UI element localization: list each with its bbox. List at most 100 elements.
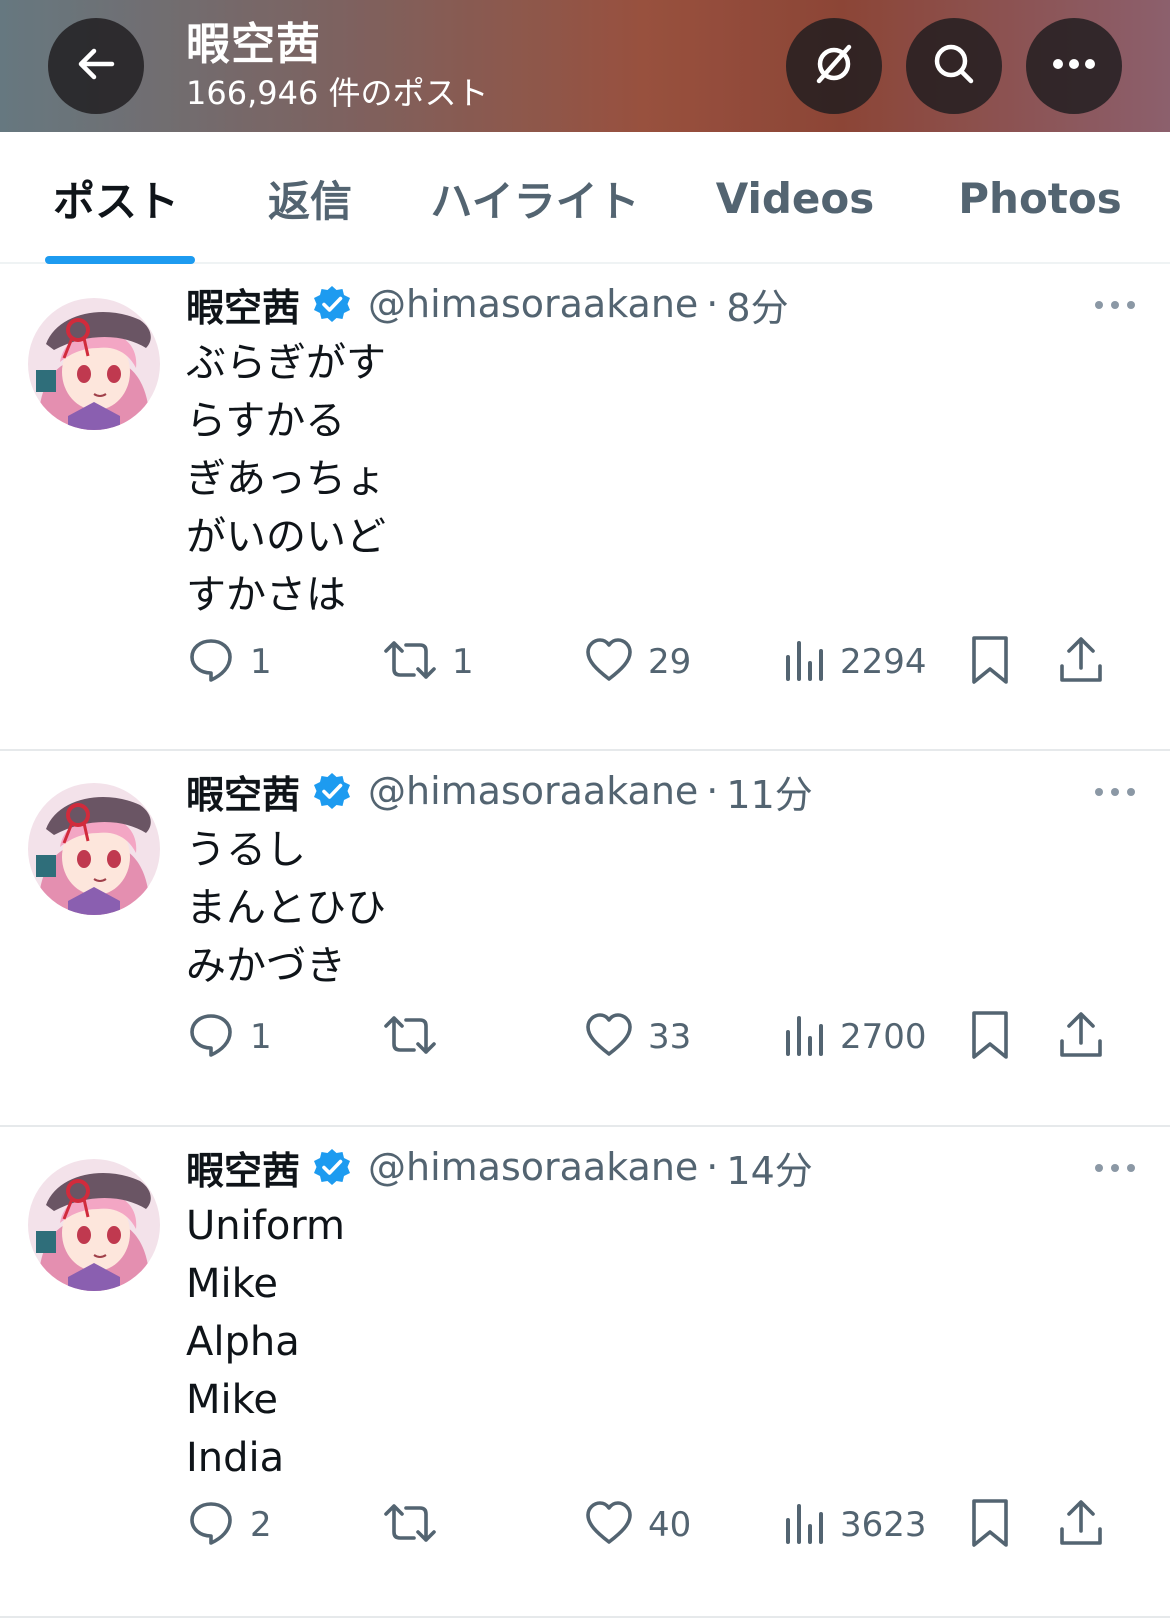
reply-button[interactable]: 1	[186, 1007, 272, 1067]
header-title: 暇空茜	[186, 19, 321, 70]
like-button[interactable]: 33	[584, 1007, 691, 1067]
post-text: ぶらぎがす らすかる ぎあっちょ がいのいど すかさは	[186, 334, 386, 624]
avatar[interactable]	[28, 1159, 160, 1291]
analytics-icon	[782, 635, 826, 689]
post-text-line: らすかる	[186, 398, 346, 444]
avatar[interactable]	[28, 298, 160, 430]
post-text-line: ぶらぎがす	[186, 340, 386, 386]
tab-posts[interactable]: ポスト	[40, 132, 192, 264]
bookmark-button[interactable]	[968, 632, 1012, 692]
views-button[interactable]: 3623	[782, 1495, 927, 1555]
reply-icon	[186, 1010, 236, 1064]
reply-count: 1	[250, 642, 272, 682]
heart-icon	[584, 1498, 634, 1552]
tab-replies[interactable]: 返信	[250, 132, 370, 264]
author-handle[interactable]: @himasoraakane	[368, 769, 698, 813]
post-count: 166,946 件のポスト	[186, 74, 489, 112]
reply-count: 1	[250, 1017, 272, 1057]
profile-tabs: ポスト 返信 ハイライト Videos Photos	[0, 132, 1170, 264]
author-name[interactable]: 暇空茜	[186, 1140, 300, 1195]
post-actions: 1 1 29 2294	[186, 632, 1146, 692]
more-button[interactable]	[1026, 18, 1122, 114]
post-time[interactable]: 8分	[726, 277, 788, 332]
more-horizontal-icon	[1094, 1158, 1136, 1177]
bookmark-button[interactable]	[968, 1007, 1012, 1067]
share-button[interactable]	[1058, 1495, 1104, 1555]
post-text-line: うるし	[186, 827, 306, 873]
bookmark-icon	[968, 1497, 1012, 1553]
unfollow-button[interactable]	[786, 18, 882, 114]
post[interactable]: 暇空茜 @himasoraakane · 8分 ぶらぎがす らすかる ぎあっちょ…	[0, 266, 1170, 751]
share-button[interactable]	[1058, 632, 1104, 692]
search-button[interactable]	[906, 18, 1002, 114]
analytics-icon	[782, 1010, 826, 1064]
post-time[interactable]: 14分	[726, 1140, 812, 1195]
post-more-button[interactable]	[1090, 1152, 1140, 1182]
avatar[interactable]	[28, 783, 160, 915]
more-horizontal-icon	[1094, 295, 1136, 314]
post-text-line: すかさは	[186, 572, 346, 618]
verified-badge-icon	[312, 1147, 352, 1187]
post-text-line: みかづき	[186, 943, 346, 989]
like-button[interactable]: 40	[584, 1495, 691, 1555]
like-count: 40	[648, 1505, 692, 1545]
like-count: 29	[648, 642, 692, 682]
share-button[interactable]	[1058, 1007, 1104, 1067]
back-button[interactable]	[48, 18, 144, 114]
repost-icon	[382, 635, 438, 689]
search-icon	[930, 40, 978, 92]
more-icon	[1050, 56, 1098, 76]
tab-highlights[interactable]: ハイライト	[420, 132, 650, 264]
bookmark-icon	[968, 1009, 1012, 1065]
tab-videos[interactable]: Videos	[705, 132, 885, 264]
views-button[interactable]: 2294	[782, 632, 927, 692]
repost-icon	[382, 1498, 438, 1552]
reply-button[interactable]: 2	[186, 1495, 272, 1555]
reply-button[interactable]: 1	[186, 632, 272, 692]
separator-dot: ·	[706, 1145, 719, 1189]
repost-button[interactable]	[382, 1495, 452, 1555]
post-more-button[interactable]	[1090, 776, 1140, 806]
post[interactable]: 暇空茜 @himasoraakane · 11分 うるし まんとひひ みかづき …	[0, 753, 1170, 1127]
post-more-button[interactable]	[1090, 289, 1140, 319]
bookmark-button[interactable]	[968, 1495, 1012, 1555]
post-header: 暇空茜 @himasoraakane · 14分	[186, 1139, 813, 1195]
post[interactable]: 暇空茜 @himasoraakane · 14分 Uniform Mike Al…	[0, 1129, 1170, 1618]
post-actions: 2 40 3623	[186, 1495, 1146, 1555]
verified-badge-icon	[312, 284, 352, 324]
post-header: 暇空茜 @himasoraakane · 11分	[186, 763, 813, 819]
tab-photos[interactable]: Photos	[950, 132, 1130, 264]
post-text-line: Alpha	[186, 1319, 300, 1365]
reply-icon	[186, 635, 236, 689]
repost-button[interactable]	[382, 1007, 452, 1067]
view-count: 2294	[840, 642, 927, 682]
analytics-icon	[782, 1498, 826, 1552]
bookmark-icon	[968, 634, 1012, 690]
heart-icon	[584, 1010, 634, 1064]
author-name[interactable]: 暇空茜	[186, 764, 300, 819]
active-tab-indicator	[45, 256, 195, 264]
share-icon	[1058, 1497, 1104, 1553]
header-text: 暇空茜 166,946 件のポスト	[186, 18, 489, 112]
reply-icon	[186, 1498, 236, 1552]
post-text-line: Mike	[186, 1377, 278, 1423]
more-horizontal-icon	[1094, 782, 1136, 801]
post-text-line: ぎあっちょ	[186, 456, 386, 502]
views-button[interactable]: 2700	[782, 1007, 927, 1067]
like-button[interactable]: 29	[584, 632, 691, 692]
repost-count: 1	[452, 642, 474, 682]
view-count: 3623	[840, 1505, 927, 1545]
post-time[interactable]: 11分	[726, 764, 812, 819]
repost-button[interactable]: 1	[382, 632, 474, 692]
post-actions: 1 33 2700	[186, 1007, 1146, 1067]
author-name[interactable]: 暇空茜	[186, 277, 300, 332]
verified-badge-icon	[312, 771, 352, 811]
post-text: Uniform Mike Alpha Mike India	[186, 1197, 345, 1487]
post-text-line: がいのいど	[186, 514, 386, 560]
back-arrow-icon	[74, 42, 118, 90]
author-handle[interactable]: @himasoraakane	[368, 282, 698, 326]
reply-count: 2	[250, 1505, 272, 1545]
profile-header: 暇空茜 166,946 件のポスト	[0, 0, 1170, 132]
author-handle[interactable]: @himasoraakane	[368, 1145, 698, 1189]
post-text-line: Mike	[186, 1261, 278, 1307]
